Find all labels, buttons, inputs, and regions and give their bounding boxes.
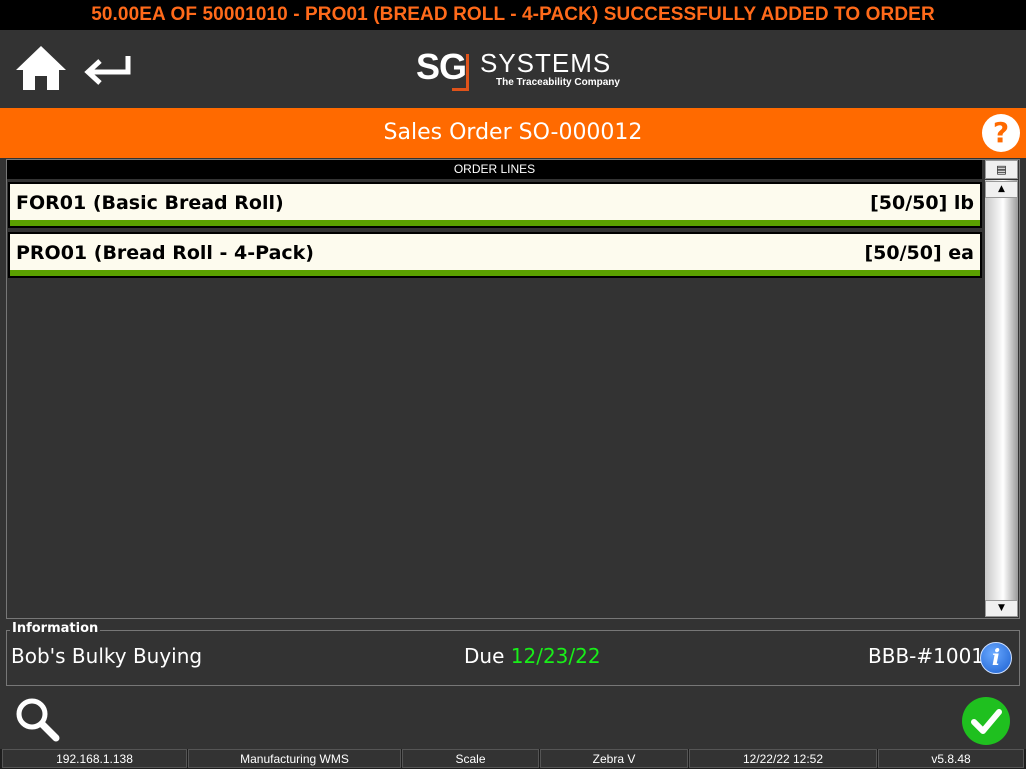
status-printer: Zebra V [540,749,688,768]
status-ip: 192.168.1.138 [2,749,187,768]
logo-tagline: The Traceability Company [496,77,620,88]
back-arrow-icon [84,56,131,85]
info-button[interactable]: i [980,642,1012,674]
customer-name: Bob's Bulky Buying [11,644,203,668]
list-options-button[interactable]: ▤ [985,160,1018,179]
logo-bracket [452,54,469,91]
scroll-up-button[interactable]: ▲ [985,181,1018,198]
search-icon [16,698,60,742]
home-button[interactable] [14,44,68,94]
order-lines-header: ORDER LINES [7,160,982,179]
status-scale: Scale [402,749,539,768]
order-line-progress [10,220,980,226]
status-app: Manufacturing WMS [188,749,401,768]
status-version: v5.8.48 [878,749,1024,768]
status-datetime: 12/22/22 12:52 [689,749,877,768]
search-button[interactable] [14,696,62,742]
page-title: Sales Order SO-000012 [383,120,643,145]
help-button[interactable]: ? [982,114,1020,152]
due-date-display: Due 12/23/22 [464,644,601,668]
order-line-name: PRO01 (Bread Roll - 4-Pack) [16,242,314,264]
checkmark-icon [971,709,1002,734]
order-reference: BBB-#1001 [868,644,985,668]
scroll-down-button[interactable]: ▼ [985,600,1018,617]
due-date: 12/23/22 [510,644,601,668]
sg-systems-logo: SG SYSTEMS The Traceability Company [414,44,624,92]
list-options-icon: ▤ [996,163,1007,176]
triangle-down-icon: ▼ [998,603,1005,613]
logo-systems: SYSTEMS [480,48,612,78]
back-button[interactable] [80,52,132,88]
due-label: Due [464,644,505,668]
order-line-qty: [50/50] ea [864,242,974,264]
triangle-up-icon: ▲ [998,184,1005,194]
help-icon: ? [992,116,1010,149]
header: SG SYSTEMS The Traceability Company [0,30,1026,108]
order-line[interactable]: FOR01 (Basic Bread Roll) [50/50] lb [8,182,982,228]
order-lines-panel [6,159,1020,619]
home-icon [16,46,66,90]
order-line-name: FOR01 (Basic Bread Roll) [16,192,284,214]
scrollbar-track[interactable] [985,180,1018,617]
confirm-button[interactable] [962,697,1010,745]
title-bar: Sales Order SO-000012 ? [0,108,1026,158]
order-line-progress [10,270,980,276]
order-line[interactable]: PRO01 (Bread Roll - 4-Pack) [50/50] ea [8,232,982,278]
info-icon: i [991,645,1001,671]
information-legend: Information [10,621,101,636]
order-line-qty: [50/50] lb [870,192,974,214]
notification-banner: 50.00EA OF 50001010 - PRO01 (BREAD ROLL … [0,0,1026,30]
